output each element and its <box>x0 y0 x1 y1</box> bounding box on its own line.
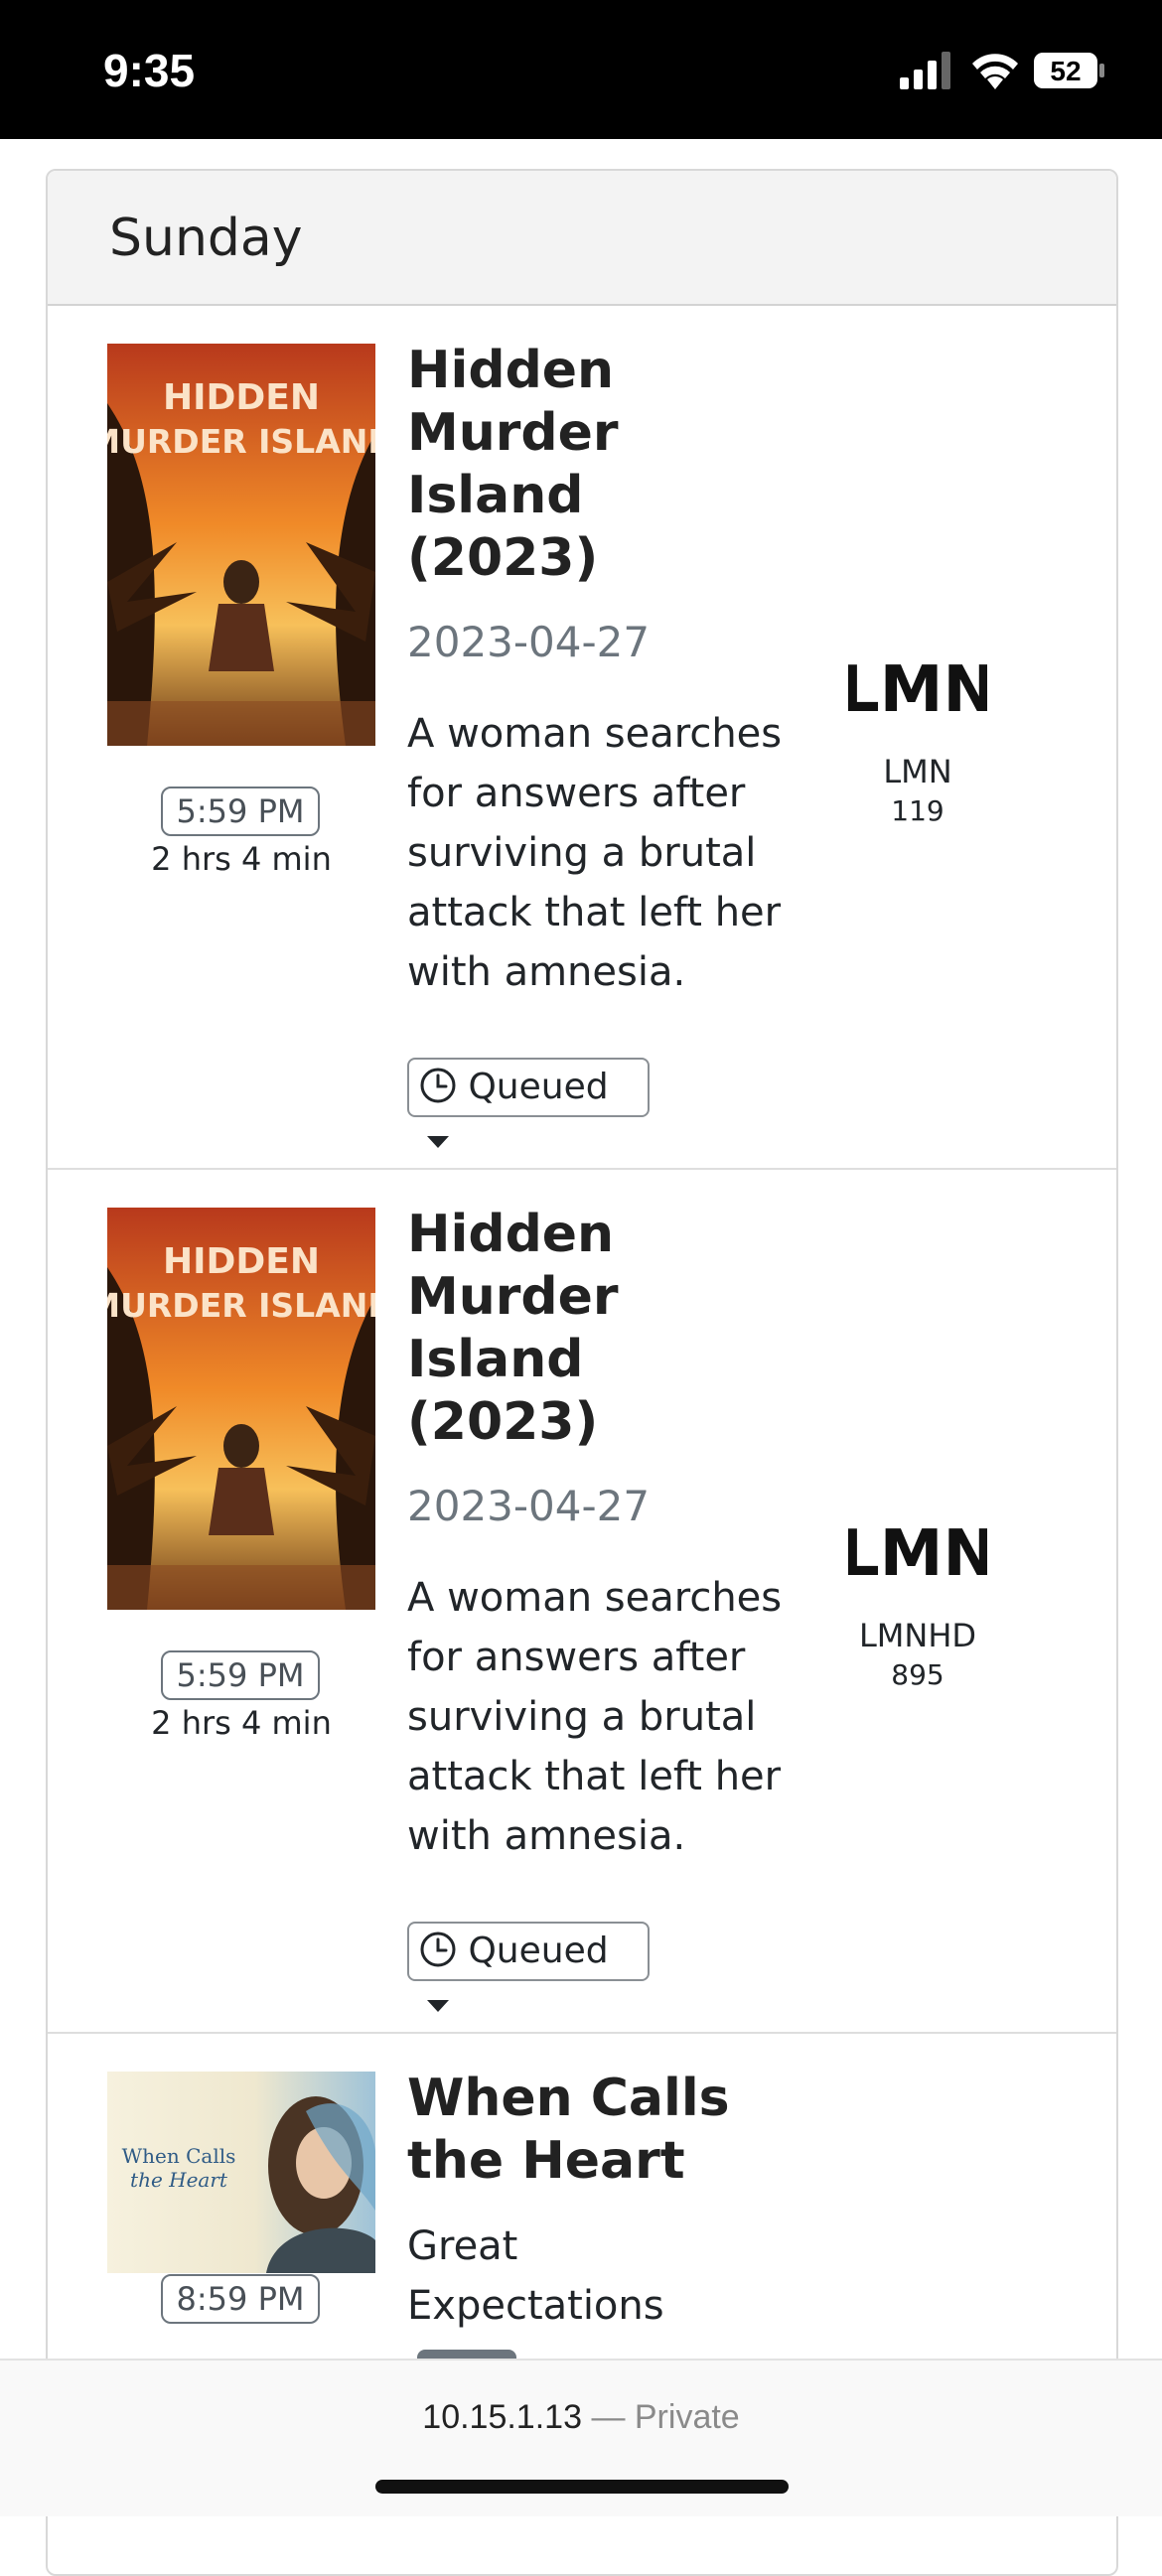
chevron-down-icon <box>427 1136 449 1148</box>
address-text[interactable]: 10.15.1.13 — Private <box>0 2398 1162 2437</box>
day-header: Sunday <box>48 171 1116 306</box>
queued-dropdown-button[interactable]: Queued <box>407 1058 650 1148</box>
queued-label: Queued <box>468 1067 609 1107</box>
poster-title-line1: When Calls <box>122 2144 236 2168</box>
program-title[interactable]: Hidden Murder Island (2023) <box>407 1204 785 1454</box>
address-host: 10.15.1.13 <box>422 2398 582 2436</box>
airtime-badge: 5:59 PM <box>161 787 320 836</box>
air-date: 2023-04-27 <box>407 618 651 666</box>
schedule-card: Sunday HIDDEN URDER ISLAN 5:59 PM 2 hrs … <box>46 169 1118 2576</box>
airtime-badge: 8:59 PM <box>161 2274 320 2324</box>
program-title[interactable]: When Calls the Heart <box>407 2068 785 2193</box>
listing-info: Hidden Murder Island (2023) 2023-04-27 A… <box>407 1204 785 2022</box>
channel-number: 895 <box>891 1658 944 1691</box>
browser-address-bar[interactable]: 10.15.1.13 — Private <box>0 2359 1162 2516</box>
movie-poster[interactable]: HIDDEN MURDER ISLAND <box>107 1208 375 1610</box>
queued-dropdown-button[interactable]: Queued <box>407 1922 650 2012</box>
wifi-icon <box>972 54 1018 89</box>
status-bar: 9:35 52 <box>0 0 1162 139</box>
clock-icon <box>420 1932 456 1967</box>
poster-title-line2: MURDER ISLAND <box>107 1286 375 1325</box>
cellular-signal-icon <box>900 52 950 89</box>
clock-icon <box>420 1068 456 1103</box>
channel-name: LMN <box>883 753 952 790</box>
battery-level: 52 <box>1050 56 1081 86</box>
queued-label: Queued <box>468 1931 609 1971</box>
episode-title: Great Expectations <box>407 2223 664 2329</box>
program-title[interactable]: Hidden Murder Island (2023) <box>407 340 785 590</box>
listing-item: HIDDEN MURDER ISLAND 5:59 PM 2 hrs 4 min… <box>48 306 1116 1170</box>
private-mode-label: — Private <box>591 2398 740 2436</box>
airtime-badge: 5:59 PM <box>161 1650 320 1700</box>
channel-name: LMNHD <box>858 1617 977 1654</box>
channel-logo-lmn: LMN <box>839 653 996 727</box>
channel-info: LMN LMNHD 895 <box>818 1517 1017 1691</box>
status-time: 9:35 <box>103 45 196 96</box>
program-description: A woman searches for answers after survi… <box>407 711 783 995</box>
chevron-down-icon <box>427 2000 449 2012</box>
home-indicator[interactable] <box>375 2480 789 2494</box>
program-description: A woman searches for answers after survi… <box>407 1575 783 1859</box>
poster-title-line2: MURDER ISLAND <box>107 422 375 461</box>
duration: 2 hrs 4 min <box>151 840 332 878</box>
battery-icon: 52 <box>1034 53 1104 88</box>
channel-info: LMN LMN 119 <box>818 653 1017 827</box>
svg-text:LMN: LMN <box>848 1519 987 1583</box>
listing-info: When Calls the Heart Great Expectations <box>407 2068 785 2336</box>
series-poster[interactable]: When Calls the Heart <box>107 2072 375 2273</box>
poster-title-line1: HIDDEN <box>163 1241 320 1282</box>
movie-poster[interactable]: HIDDEN MURDER ISLAND <box>107 344 375 746</box>
listing-item: HIDDEN MURDER ISLAND 5:59 PM 2 hrs 4 min… <box>48 1170 1116 2034</box>
poster-title-line1: HIDDEN <box>163 377 320 418</box>
channel-logo-lmn: LMN <box>839 1517 996 1591</box>
listing-info: Hidden Murder Island (2023) 2023-04-27 A… <box>407 340 785 1158</box>
channel-number: 119 <box>891 794 944 827</box>
duration: 2 hrs 4 min <box>151 1704 332 1742</box>
svg-text:LMN: LMN <box>848 655 987 719</box>
air-date: 2023-04-27 <box>407 1482 651 1530</box>
poster-title-line2: the Heart <box>130 2168 228 2192</box>
